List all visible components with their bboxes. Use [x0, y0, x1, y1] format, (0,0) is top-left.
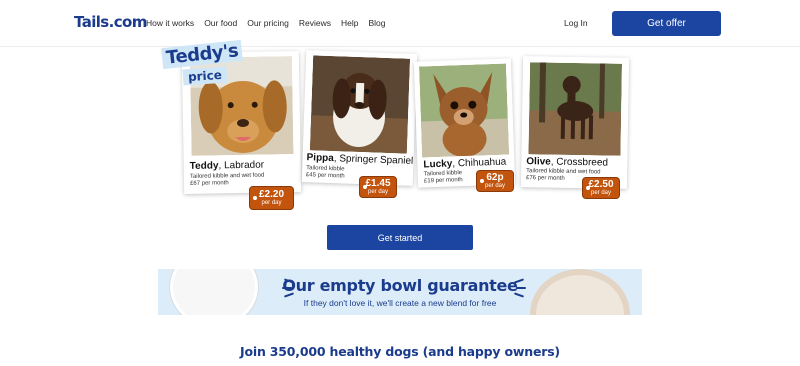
price-tag-olive: £2.50 per day — [582, 177, 620, 199]
dog-photo — [419, 63, 510, 158]
dog-name: Pippa, Springer Spaniel — [306, 152, 414, 167]
dog-name: Teddy, Labrador — [189, 159, 265, 172]
nav-how-it-works[interactable]: How it works — [146, 18, 194, 28]
tag-hole — [253, 196, 257, 200]
per-day-label: per day — [261, 199, 282, 206]
tails-logo[interactable]: Tails.com — [74, 13, 147, 31]
dog-card-olive: Olive, Crossbreed Tailored kibble and we… — [520, 56, 630, 189]
dog-photo — [528, 62, 623, 156]
site-header: Tails.com How it works Our food Our pric… — [0, 0, 800, 47]
join-heading: Join 350,000 healthy dogs (and happy own… — [240, 344, 560, 359]
dog-name: Olive, Crossbreed — [526, 156, 609, 169]
dog-monthly-price: £67 per month — [190, 180, 229, 187]
guarantee-subtitle: If they don't love it, we'll create a ne… — [303, 298, 497, 308]
price-tag-pippa: £1.45 per day — [359, 176, 397, 198]
login-link[interactable]: Log In — [564, 18, 588, 28]
dog-monthly-price: £19 per month — [423, 177, 463, 185]
main-nav: How it works Our food Our pricing Review… — [146, 18, 395, 28]
guarantee-banner: Our empty bowl guarantee If they don't l… — [158, 269, 642, 315]
per-day-label: per day — [484, 182, 505, 189]
tag-hole — [363, 185, 367, 189]
nav-help[interactable]: Help — [341, 18, 358, 28]
per-day-label: per day — [590, 189, 611, 196]
daily-price: 62p — [486, 171, 504, 183]
tag-hole — [586, 186, 590, 190]
tag-hole — [480, 179, 484, 183]
dog-monthly-price: £45 per month — [305, 172, 345, 180]
price-tag-lucky: 62p per day — [476, 170, 514, 192]
price-tag-teddy: £2.20 per day — [249, 186, 294, 210]
dog-name: Lucky, Chihuahua — [423, 156, 507, 171]
dog-photo — [309, 55, 411, 154]
per-day-label: per day — [367, 188, 388, 195]
get-offer-button[interactable]: Get offer — [612, 11, 721, 36]
nav-blog[interactable]: Blog — [368, 18, 385, 28]
badge-subtitle: price — [182, 66, 228, 86]
daily-price: £2.20 — [258, 188, 285, 200]
daily-price: £1.45 — [365, 177, 391, 189]
nav-our-pricing[interactable]: Our pricing — [247, 18, 289, 28]
dog-card-pippa: Pippa, Springer Spaniel Tailored kibble … — [301, 50, 418, 186]
dog-monthly-price: £76 per month — [525, 175, 565, 182]
get-started-button[interactable]: Get started — [327, 225, 473, 250]
nav-our-food[interactable]: Our food — [204, 18, 237, 28]
dog-card-lucky: Lucky, Chihuahua Tailored kibble £19 per… — [413, 58, 516, 188]
guarantee-title: Our empty bowl guarantee — [282, 276, 518, 295]
daily-price: £2.50 — [588, 178, 614, 190]
nav-reviews[interactable]: Reviews — [299, 18, 331, 28]
